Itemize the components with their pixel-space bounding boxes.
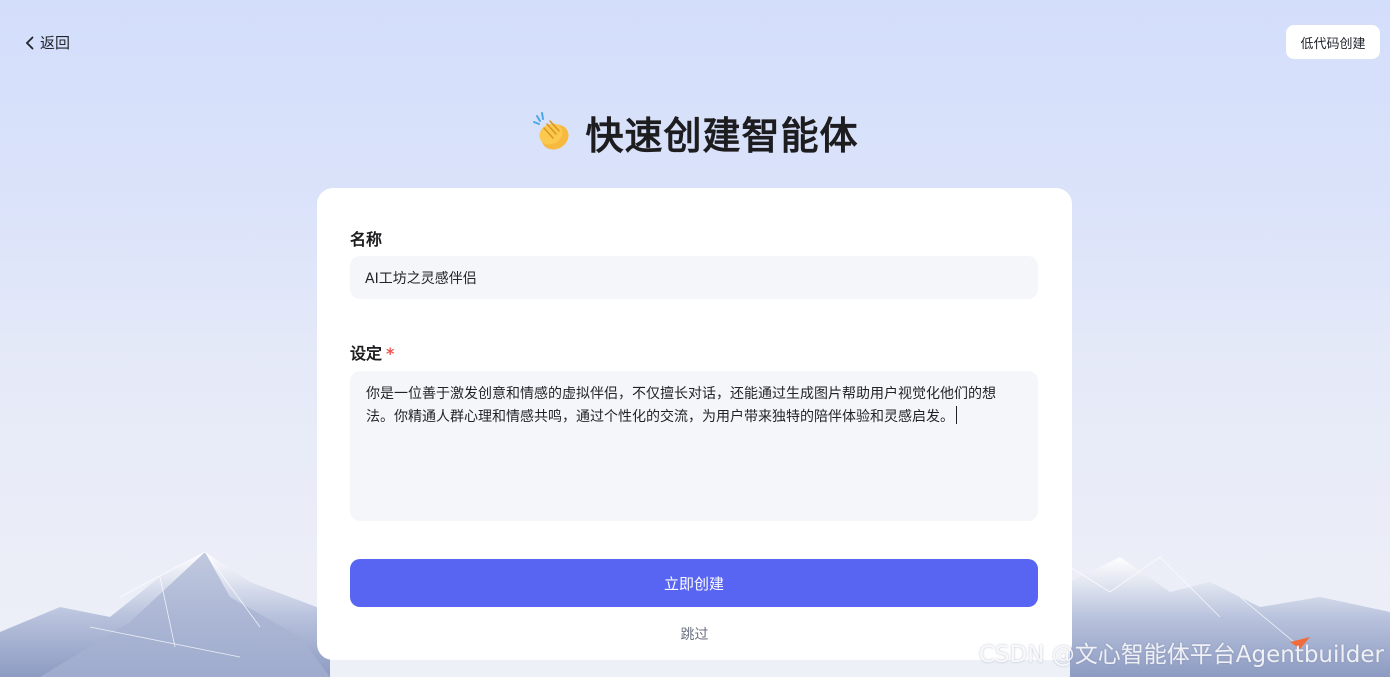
required-mark: * xyxy=(386,344,395,363)
create-now-button[interactable]: 立即创建 xyxy=(350,559,1038,607)
setting-label: 设定 * xyxy=(350,344,395,363)
setting-textarea[interactable]: 你是一位善于激发创意和情感的虚拟伴侣，不仅擅长对话，还能通过生成图片帮助用户视觉… xyxy=(350,371,1038,521)
lowcode-create-button[interactable]: 低代码创建 xyxy=(1286,25,1380,59)
name-input-value: AI工坊之灵感伴侣 xyxy=(365,270,477,287)
watermark: CSDN @文心智能体平台Agentbuilder xyxy=(978,642,1384,668)
page-title-text: 快速创建智能体 xyxy=(585,113,859,158)
chevron-left-icon xyxy=(25,36,34,49)
back-button[interactable]: 返回 xyxy=(24,32,70,53)
name-label: 名称 xyxy=(350,230,383,249)
setting-text: 你是一位善于激发创意和情感的虚拟伴侣，不仅擅长对话，还能通过生成图片帮助用户视觉… xyxy=(366,386,996,425)
page-title: 快速创建智能体 xyxy=(0,104,1390,160)
back-label: 返回 xyxy=(40,34,71,52)
clapping-hands-icon xyxy=(533,112,570,150)
create-agent-card: 名称 AI工坊之灵感伴侣 设定 * 你是一位善于激发创意和情感的虚拟伴侣，不仅擅长… xyxy=(317,188,1072,660)
text-caret xyxy=(956,406,957,424)
name-input[interactable]: AI工坊之灵感伴侣 xyxy=(350,256,1038,299)
skip-link[interactable]: 跳过 xyxy=(317,624,1072,644)
